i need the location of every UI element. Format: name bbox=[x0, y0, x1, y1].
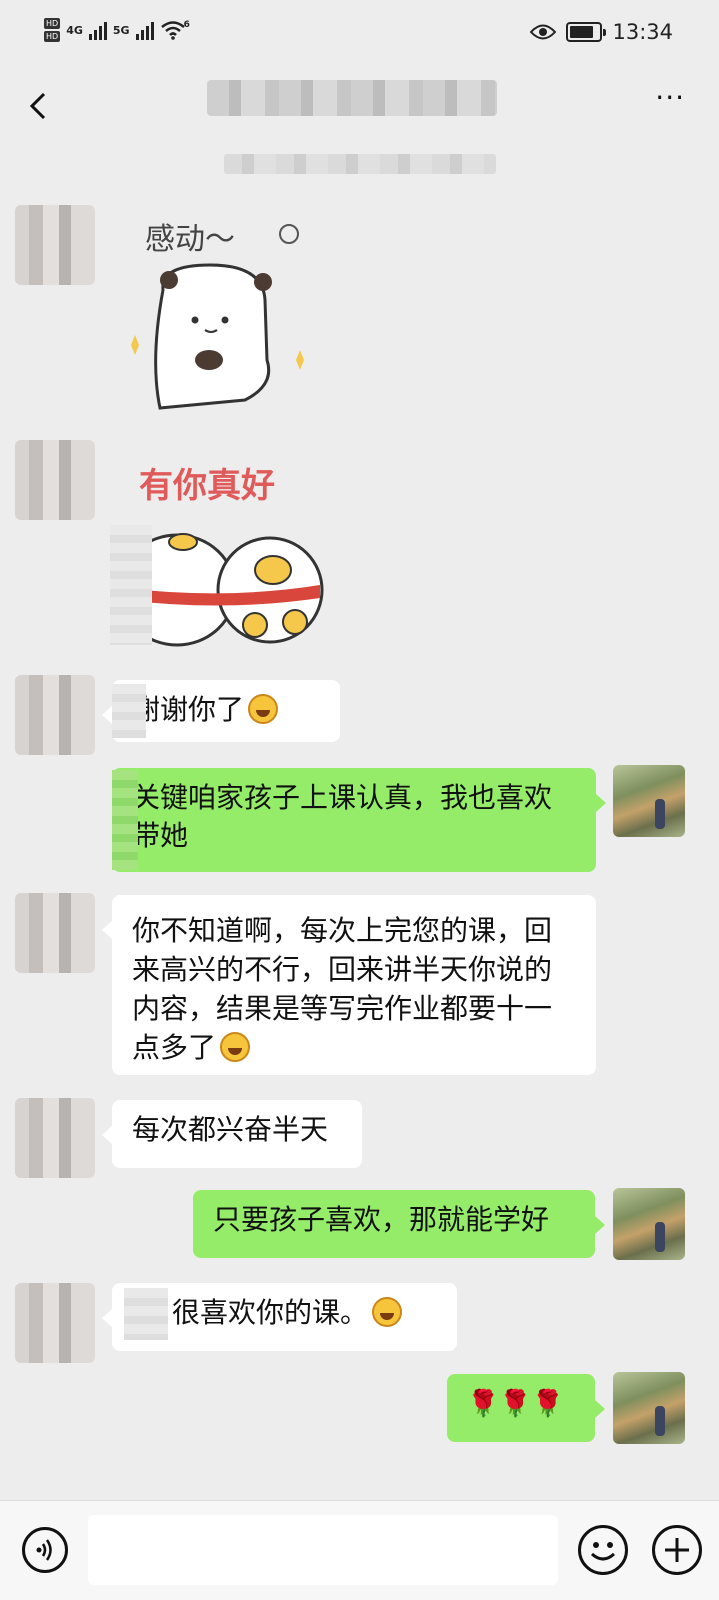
emoji-icon[interactable] bbox=[578, 1525, 628, 1575]
contact-avatar[interactable] bbox=[15, 440, 95, 520]
input-bar bbox=[0, 1500, 719, 1600]
status-bar: HD HD 4G 5G 6 13:34 bbox=[0, 0, 719, 72]
blurred-area bbox=[112, 770, 138, 870]
battery-icon bbox=[566, 22, 607, 42]
message-input[interactable] bbox=[88, 1515, 558, 1585]
message-text: 很喜欢你的课。 bbox=[172, 1296, 369, 1329]
message-incoming[interactable]: 你不知道啊，每次上完您的课，回来高兴的不行，回来讲半天你说的内容，结果是等写完作… bbox=[102, 895, 596, 1075]
plus-icon[interactable] bbox=[652, 1525, 702, 1575]
wifi-label: 6 bbox=[183, 20, 190, 30]
thinking-emoji-icon bbox=[220, 1032, 251, 1062]
sticker-touched: 感动～ bbox=[115, 210, 315, 420]
timestamp-blurred bbox=[224, 154, 496, 174]
blurred-area bbox=[112, 684, 146, 738]
chat-title-blurred bbox=[207, 80, 497, 116]
contact-avatar[interactable] bbox=[15, 1283, 95, 1363]
message-text: 谢谢你了 bbox=[132, 693, 245, 726]
blurred-area bbox=[124, 1288, 168, 1340]
my-avatar[interactable] bbox=[613, 1372, 685, 1444]
signal-bars-2-icon bbox=[135, 20, 154, 40]
message-outgoing[interactable]: 只要孩子喜欢，那就能学好 bbox=[193, 1190, 605, 1258]
contact-avatar[interactable] bbox=[15, 675, 95, 755]
hd-icon: HD HD bbox=[44, 18, 61, 42]
contact-avatar[interactable] bbox=[15, 205, 95, 285]
chat-header: ··· bbox=[0, 72, 719, 142]
wifi-icon bbox=[160, 21, 185, 40]
contact-avatar[interactable] bbox=[15, 893, 95, 973]
signal-indicators: HD HD 4G 5G 6 bbox=[44, 18, 190, 42]
more-button[interactable]: ··· bbox=[655, 84, 685, 112]
message-outgoing[interactable]: 🌹🌹🌹 bbox=[447, 1374, 605, 1442]
message-incoming[interactable]: 每次都兴奋半天 bbox=[102, 1100, 362, 1168]
signal-bars-icon bbox=[88, 20, 107, 40]
my-avatar[interactable] bbox=[613, 765, 685, 837]
grin-emoji-icon bbox=[248, 694, 279, 724]
network-1-label: 4G bbox=[66, 23, 83, 37]
message-incoming[interactable]: 谢谢你了 bbox=[102, 680, 340, 742]
eye-icon bbox=[530, 24, 557, 40]
message-text: 只要孩子喜欢，那就能学好 bbox=[213, 1203, 550, 1236]
message-outgoing[interactable]: 关键咱家孩子上课认真，我也喜欢带她 bbox=[112, 768, 606, 872]
message-text: 你不知道啊，每次上完您的课，回来高兴的不行，回来讲半天你说的内容，结果是等写完作… bbox=[132, 914, 553, 1064]
message-text: 关键咱家孩子上课认真，我也喜欢带她 bbox=[132, 781, 553, 852]
blurred-area bbox=[110, 525, 152, 645]
my-avatar[interactable] bbox=[613, 1188, 685, 1260]
grin-emoji-icon bbox=[372, 1297, 403, 1327]
voice-icon[interactable] bbox=[22, 1527, 68, 1573]
rose-icon: 🌹🌹🌹 bbox=[467, 1389, 565, 1419]
bear-sticker-icon bbox=[131, 224, 304, 410]
network-2-label: 5G bbox=[112, 23, 130, 37]
chevron-left-icon[interactable] bbox=[20, 86, 60, 126]
contact-avatar[interactable] bbox=[15, 1098, 95, 1178]
message-text: 每次都兴奋半天 bbox=[132, 1113, 329, 1146]
clock: 13:34 bbox=[612, 20, 673, 44]
